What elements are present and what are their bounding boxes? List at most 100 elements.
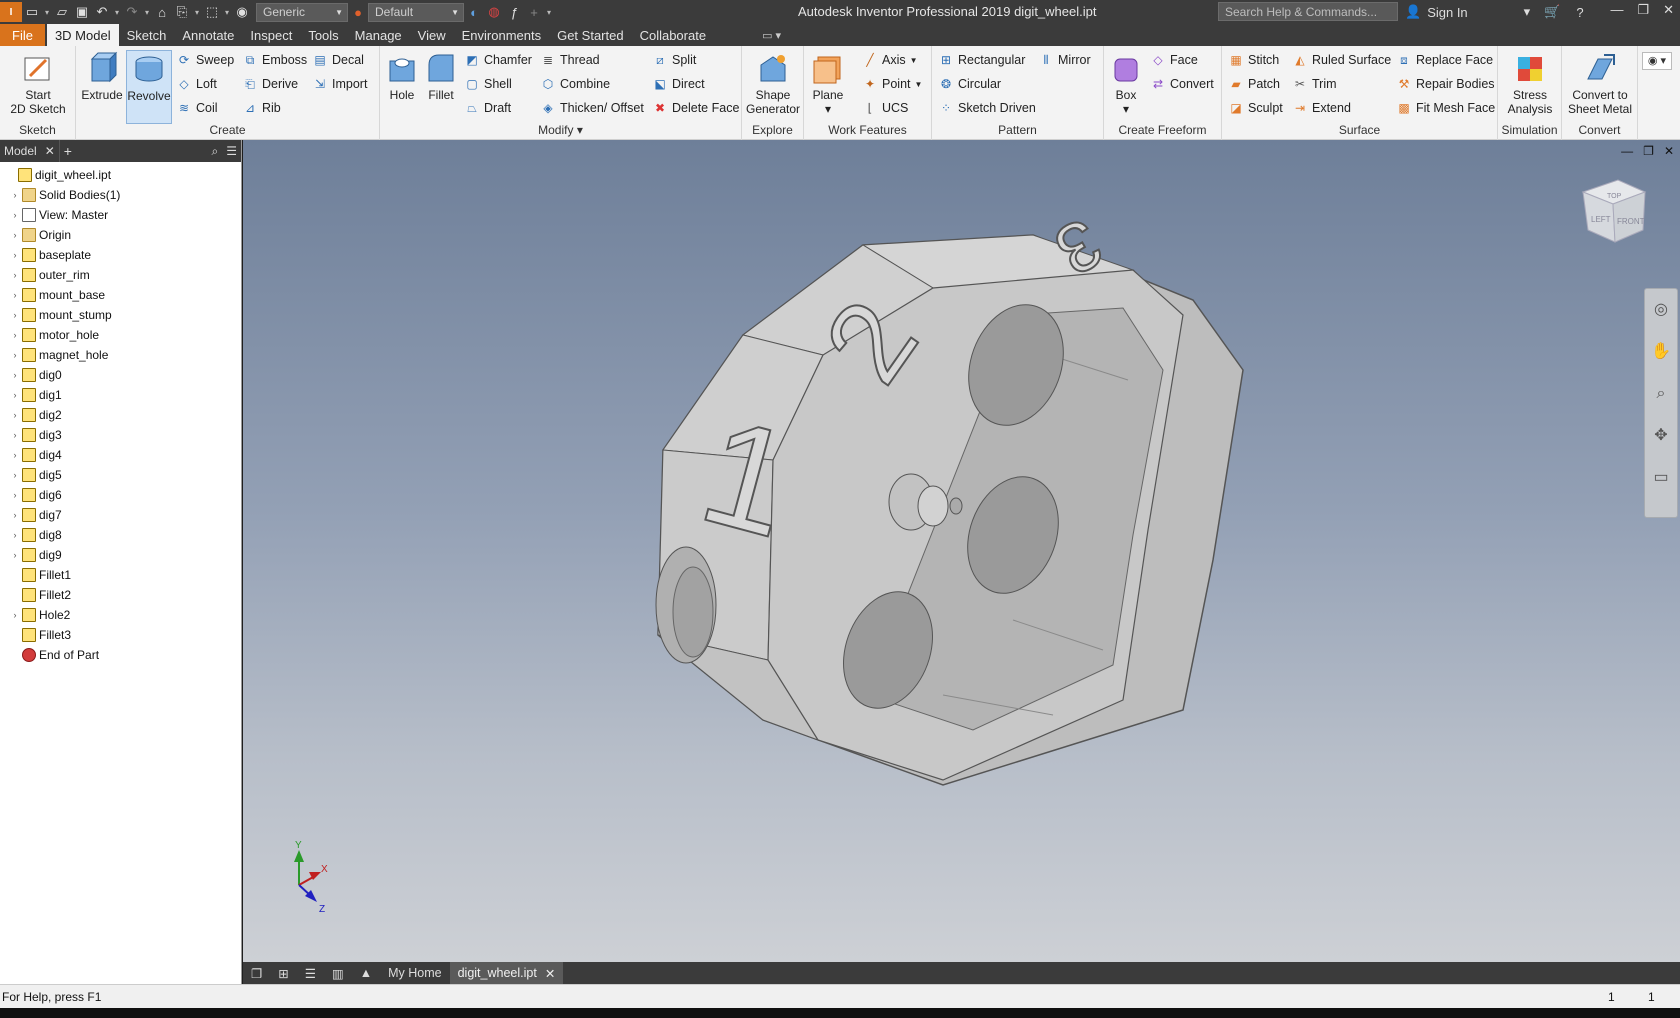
expand-icon[interactable]: › [10,250,20,260]
expand-icon[interactable]: › [10,450,20,460]
tab-menu-icon[interactable]: ▲ [352,962,380,984]
redo-icon[interactable]: ↷ [122,2,142,22]
digit-wheel-model[interactable]: 1 2 3 [655,202,1244,786]
expand-icon[interactable]: › [10,510,20,520]
expand-icon[interactable]: › [10,350,20,360]
select-icon[interactable]: ⬚ [202,2,222,22]
home-icon[interactable]: ⌂ [152,2,172,22]
expand-icon[interactable]: › [10,470,20,480]
help-search-input[interactable]: Search Help & Commands... [1218,2,1398,21]
adjust-icon[interactable]: ◐ [464,2,484,22]
rectangular-pattern-button[interactable]: ⊞ Rectangular [938,52,1025,68]
tree-node[interactable]: End of Part [0,645,241,665]
box-button[interactable]: Box ▾ [1108,50,1144,116]
save-icon[interactable]: ▣ [72,2,92,22]
browser-search-icon[interactable]: ⌕ [208,140,223,162]
expand-icon[interactable]: › [10,330,20,340]
expand-icon[interactable]: › [10,410,20,420]
material-combo[interactable]: Generic ▼ [256,2,348,22]
sign-in-button[interactable]: 👤 Sign In ▾ 🛒? [1405,4,1584,20]
update-icon[interactable]: ⎘ [172,2,192,22]
fillet-button[interactable]: Fillet [422,50,460,102]
tree-node[interactable]: › mount_base [0,285,241,305]
derive-button[interactable]: ⎗ Derive [242,76,298,92]
ribbon-menu-button[interactable]: ◉ ▾ [1642,52,1672,70]
combine-button[interactable]: ⬡ Combine [540,76,610,92]
tree-node[interactable]: digit_wheel.ipt [0,165,241,185]
undo-icon[interactable]: ↶ [92,2,112,22]
appearance-icon[interactable]: ● [348,2,368,22]
expand-icon[interactable]: › [10,230,20,240]
open-icon[interactable]: ▱ [52,2,72,22]
tab-manage[interactable]: Manage [347,24,410,46]
expand-icon[interactable]: › [10,550,20,560]
tab-collaborate[interactable]: Collaborate [632,24,715,46]
thicken-offset-button[interactable]: ◈ Thicken/ Offset [540,100,643,116]
expand-icon[interactable]: › [10,190,20,200]
tab-get-started[interactable]: Get Started [549,24,631,46]
stitch-button[interactable]: ▦ Stitch [1228,52,1279,68]
browser-menu-icon[interactable]: ☰ [222,140,241,162]
tree-node[interactable]: › outer_rim [0,265,241,285]
tree-node[interactable]: › Solid Bodies(1) [0,185,241,205]
expand-icon[interactable]: › [10,530,20,540]
panel-title-modify[interactable]: Modify ▾ [380,123,741,137]
zoom-icon[interactable]: ⌕ [1645,373,1677,415]
axis-button[interactable]: ╱ Axis ▼ [862,52,917,68]
expand-icon[interactable]: › [10,210,20,220]
close-tab-icon[interactable]: ✕ [545,966,555,981]
look-at-icon[interactable]: ▭ [1645,457,1677,499]
point-button[interactable]: ✦ Point ▼ [862,76,922,92]
emboss-button[interactable]: ⧉ Emboss [242,52,307,68]
plus-icon[interactable]: + [524,2,544,22]
fit-mesh-face-button[interactable]: ▩ Fit Mesh Face [1396,100,1495,116]
tree-node[interactable]: › dig5 [0,465,241,485]
expand-icon[interactable]: › [10,490,20,500]
tab-file[interactable]: File [0,24,45,46]
rib-button[interactable]: ⊿ Rib [242,100,281,116]
patch-button[interactable]: ▰ Patch [1228,76,1280,92]
tree-node[interactable]: › Hole2 [0,605,241,625]
add-browser-icon[interactable]: + [58,140,76,162]
tab-3d-model[interactable]: 3D Model [46,24,119,46]
clear-icon[interactable]: ◍ [484,2,504,22]
tree-node[interactable]: › baseplate [0,245,241,265]
tab-view[interactable]: View [410,24,454,46]
hole-button[interactable]: Hole [384,50,420,102]
viewcube[interactable]: TOP LEFT FRONT [1581,179,1647,243]
tree-node[interactable]: › dig8 [0,525,241,545]
tab-environments[interactable]: Environments [454,24,549,46]
restore-icon[interactable]: ❐ [1637,2,1649,18]
split-button[interactable]: ⧄ Split [652,52,696,68]
ruled-surface-button[interactable]: ◭ Ruled Surface [1292,52,1391,68]
expand-icon[interactable]: › [10,310,20,320]
fx-icon[interactable]: ƒ [504,2,524,22]
tile-vertical-icon[interactable]: ▥ [324,962,352,984]
import-button[interactable]: ⇲ Import [312,76,367,92]
expand-icon[interactable]: › [10,390,20,400]
tree-node[interactable]: › motor_hole [0,325,241,345]
chamfer-button[interactable]: ◩ Chamfer [464,52,532,68]
tree-node[interactable]: › mount_stump [0,305,241,325]
expand-icon[interactable]: › [10,290,20,300]
expand-icon[interactable]: › [10,430,20,440]
tree-node[interactable]: › dig7 [0,505,241,525]
trim-button[interactable]: ✂ Trim [1292,76,1337,92]
ribbon-options-icon[interactable]: ▭ ▾ [754,24,789,46]
tab-my-home[interactable]: My Home [380,962,449,984]
shell-button[interactable]: ▢ Shell [464,76,511,92]
orbit-icon[interactable]: ✥ [1645,415,1677,457]
sweep-button[interactable]: ⟳ Sweep [176,52,234,68]
expand-icon[interactable]: › [10,270,20,280]
expand-icon[interactable]: › [10,370,20,380]
help-icon[interactable]: ? [1576,5,1583,20]
tree-node[interactable]: Fillet2 [0,585,241,605]
appearance-combo[interactable]: Default ▼ [368,2,464,22]
tab-annotate[interactable]: Annotate [174,24,242,46]
stress-analysis-button[interactable]: Stress Analysis [1502,50,1558,116]
tab-tools[interactable]: Tools [300,24,346,46]
shape-generator-button[interactable]: Shape Generator [746,50,800,116]
expand-icon[interactable]: › [10,610,20,620]
close-icon[interactable]: ✕ [1663,2,1674,18]
tree-node[interactable]: › Origin [0,225,241,245]
